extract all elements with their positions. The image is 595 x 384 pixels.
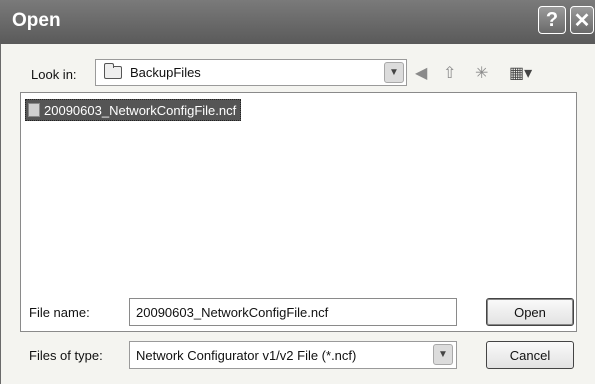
look-in-combo[interactable]: BackupFiles ▼ bbox=[95, 59, 407, 86]
files-of-type-select[interactable]: Network Configurator v1/v2 File (*.ncf) … bbox=[129, 341, 457, 369]
files-of-type-label: Files of type: bbox=[29, 348, 103, 363]
chevron-down-icon[interactable]: ▼ bbox=[384, 62, 404, 83]
open-dialog: Open ? ✕ Look in: BackupFiles ▼ ◀ ⇧ ✳ ▦▾… bbox=[0, 0, 595, 384]
file-icon bbox=[28, 103, 40, 117]
views-menu-icon[interactable]: ▦▾ bbox=[509, 63, 532, 83]
files-of-type-value: Network Configurator v1/v2 File (*.ncf) bbox=[136, 348, 357, 363]
file-name-input[interactable] bbox=[129, 298, 457, 326]
file-list[interactable]: 20090603_NetworkConfigFile.ncf bbox=[20, 92, 577, 332]
look-in-value: BackupFiles bbox=[130, 65, 201, 80]
new-folder-icon[interactable]: ✳ bbox=[475, 63, 488, 83]
open-button[interactable]: Open bbox=[486, 298, 574, 326]
dialog-title: Open bbox=[12, 10, 61, 31]
cancel-button[interactable]: Cancel bbox=[486, 341, 574, 369]
look-in-label: Look in: bbox=[31, 67, 77, 82]
help-button[interactable]: ? bbox=[538, 6, 566, 34]
dialog-body: Look in: BackupFiles ▼ ◀ ⇧ ✳ ▦▾ 20090603… bbox=[0, 44, 595, 384]
folder-icon bbox=[104, 63, 122, 79]
close-button[interactable]: ✕ bbox=[570, 6, 594, 34]
chevron-down-icon[interactable]: ▼ bbox=[433, 344, 453, 365]
title-bar[interactable]: Open ? ✕ bbox=[0, 0, 595, 45]
back-icon[interactable]: ◀ bbox=[415, 63, 427, 83]
up-folder-icon[interactable]: ⇧ bbox=[443, 63, 456, 83]
file-name-label: File name: bbox=[29, 305, 90, 320]
file-name: 20090603_NetworkConfigFile.ncf bbox=[44, 102, 237, 118]
list-item[interactable]: 20090603_NetworkConfigFile.ncf bbox=[25, 99, 242, 121]
